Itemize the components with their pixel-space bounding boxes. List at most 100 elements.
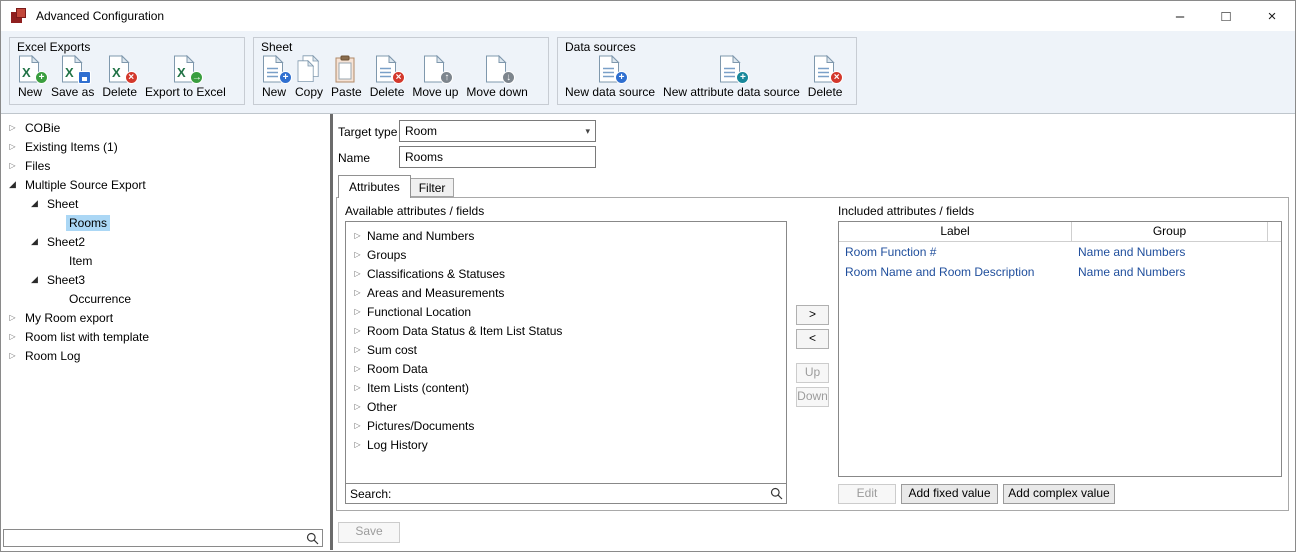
expander-collapsed-icon[interactable]: ▷ (352, 440, 363, 449)
add-fixed-value-button[interactable]: Add fixed value (901, 484, 998, 504)
sidebar-item-cobie[interactable]: ▷ COBie (1, 118, 330, 137)
column-header-group[interactable]: Group (1072, 222, 1268, 241)
sidebar-item-files[interactable]: ▷ Files (1, 156, 330, 175)
expander-collapsed-icon[interactable]: ▷ (352, 269, 363, 278)
toolbar-button-label: New attribute data source (663, 85, 800, 99)
new-data-source-button[interactable]: + New data source (561, 53, 659, 102)
sheet-move-down-button[interactable]: ↓ Move down (462, 53, 531, 102)
group-body: + New data source + New attribute data s… (558, 52, 856, 102)
attr-group-name-and-numbers[interactable]: ▷ Name and Numbers (346, 226, 786, 245)
group-body: + New Save as × Delete (10, 52, 244, 102)
attr-group-item-lists-content[interactable]: ▷ Item Lists (content) (346, 378, 786, 397)
attr-group-label: Room Data Status & Item List Status (367, 324, 562, 338)
expander-collapsed-icon[interactable]: ▷ (7, 142, 18, 151)
expander-expanded-icon[interactable]: ◢ (7, 179, 18, 190)
attr-group-pictures-documents[interactable]: ▷ Pictures/Documents (346, 416, 786, 435)
sidebar-item-room-log[interactable]: ▷ Room Log (1, 346, 330, 365)
sheet-delete-button[interactable]: × Delete (366, 53, 409, 102)
expander-expanded-icon[interactable]: ◢ (29, 274, 40, 285)
save-button[interactable]: Save (338, 522, 400, 543)
name-input[interactable] (399, 146, 596, 168)
tab-attributes[interactable]: Attributes (338, 175, 411, 198)
expander-expanded-icon[interactable]: ◢ (29, 198, 40, 209)
expander-collapsed-icon[interactable]: ▷ (352, 383, 363, 392)
attr-group-room-data[interactable]: ▷ Room Data (346, 359, 786, 378)
expander-collapsed-icon[interactable]: ▷ (352, 288, 363, 297)
attr-group-functional-location[interactable]: ▷ Functional Location (346, 302, 786, 321)
attr-group-label: Areas and Measurements (367, 286, 504, 300)
column-header-spacer (1268, 222, 1281, 241)
sidebar-item-multiple-source-export[interactable]: ◢ Multiple Source Export (1, 175, 330, 194)
expander-collapsed-icon[interactable]: ▷ (352, 307, 363, 316)
expander-collapsed-icon[interactable]: ▷ (352, 402, 363, 411)
sheet-move-up-button[interactable]: ↑ Move up (408, 53, 462, 102)
sidebar-item-sheet[interactable]: ◢ Sheet (1, 194, 330, 213)
included-row[interactable]: Room Function # Name and Numbers (839, 242, 1281, 262)
sidebar-item-sheet3[interactable]: ◢ Sheet3 (1, 270, 330, 289)
sheet-copy-button[interactable]: Copy (291, 53, 327, 102)
attr-group-areas-measurements[interactable]: ▷ Areas and Measurements (346, 283, 786, 302)
close-button[interactable]: × (1249, 1, 1295, 31)
attr-group-classifications-statuses[interactable]: ▷ Classifications & Statuses (346, 264, 786, 283)
sidebar-item-rooms[interactable]: Rooms (1, 213, 330, 232)
sidebar-search-input[interactable] (4, 531, 306, 545)
included-attributes-table: Label Group Room Function # Name and Num… (838, 221, 1282, 477)
attr-group-other[interactable]: ▷ Other (346, 397, 786, 416)
expander-collapsed-icon[interactable]: ▷ (7, 351, 18, 360)
target-type-select[interactable]: Room ▾ (399, 120, 596, 142)
plus-badge-icon: + (615, 71, 628, 84)
sheet-paste-button[interactable]: Paste (327, 53, 366, 102)
sidebar-item-existing-items[interactable]: ▷ Existing Items (1) (1, 137, 330, 156)
expander-collapsed-icon[interactable]: ▷ (7, 161, 18, 170)
attr-group-room-data-status[interactable]: ▷ Room Data Status & Item List Status (346, 321, 786, 340)
excel-export-save-as-button[interactable]: Save as (47, 53, 98, 102)
sidebar-item-item[interactable]: Item (1, 251, 330, 270)
target-type-label: Target type (338, 125, 397, 139)
attr-group-groups[interactable]: ▷ Groups (346, 245, 786, 264)
tab-bar: Attributes Filter (338, 175, 454, 198)
move-attribute-down-button[interactable]: Down (796, 387, 829, 407)
expander-collapsed-icon[interactable]: ▷ (7, 123, 18, 132)
expander-collapsed-icon[interactable]: ▷ (7, 332, 18, 341)
expander-collapsed-icon[interactable]: ▷ (352, 231, 363, 240)
maximize-button[interactable]: □ (1203, 1, 1249, 31)
move-attribute-up-button[interactable]: Up (796, 363, 829, 383)
remove-attribute-button[interactable]: < (796, 329, 829, 349)
sidebar-item-sheet2[interactable]: ◢ Sheet2 (1, 232, 330, 251)
tab-filter[interactable]: Filter (411, 178, 455, 197)
sidebar-item-room-list-with-template[interactable]: ▷ Room list with template (1, 327, 330, 346)
export-to-excel-button[interactable]: → Export to Excel (141, 53, 230, 102)
included-row-label: Room Function # (839, 242, 1072, 262)
minimize-button[interactable]: – (1157, 1, 1203, 31)
excel-export-delete-button[interactable]: × Delete (98, 53, 141, 102)
attr-group-label: Room Data (367, 362, 428, 376)
attribute-search-input[interactable] (391, 486, 770, 502)
expander-collapsed-icon[interactable]: ▷ (352, 326, 363, 335)
included-row-group: Name and Numbers (1072, 242, 1268, 262)
expander-collapsed-icon[interactable]: ▷ (352, 364, 363, 373)
sheet-new-button[interactable]: + New (257, 53, 291, 102)
expander-collapsed-icon[interactable]: ▷ (352, 250, 363, 259)
expander-expanded-icon[interactable]: ◢ (29, 236, 40, 247)
data-source-delete-icon: × (812, 55, 838, 83)
toolbar: Excel Exports + New Save as (1, 31, 1295, 114)
attr-group-sum-cost[interactable]: ▷ Sum cost (346, 340, 786, 359)
new-attribute-data-source-button[interactable]: + New attribute data source (659, 53, 804, 102)
data-source-delete-button[interactable]: × Delete (804, 53, 847, 102)
excel-export-new-button[interactable]: + New (13, 53, 47, 102)
sidebar-item-occurrence[interactable]: Occurrence (1, 289, 330, 308)
sidebar-item-my-room-export[interactable]: ▷ My Room export (1, 308, 330, 327)
attr-group-label: Other (367, 400, 397, 414)
column-header-label[interactable]: Label (839, 222, 1072, 241)
move-down-icon: ↓ (484, 55, 510, 83)
expander-collapsed-icon[interactable]: ▷ (352, 345, 363, 354)
add-complex-value-button[interactable]: Add complex value (1003, 484, 1115, 504)
chevron-down-icon: ▾ (585, 126, 590, 137)
toolbar-group-excel-exports: Excel Exports + New Save as (9, 37, 245, 105)
expander-collapsed-icon[interactable]: ▷ (7, 313, 18, 322)
add-attribute-button[interactable]: > (796, 305, 829, 325)
expander-collapsed-icon[interactable]: ▷ (352, 421, 363, 430)
attr-group-log-history[interactable]: ▷ Log History (346, 435, 786, 454)
included-row[interactable]: Room Name and Room Description Name and … (839, 262, 1281, 282)
edit-button[interactable]: Edit (838, 484, 896, 504)
